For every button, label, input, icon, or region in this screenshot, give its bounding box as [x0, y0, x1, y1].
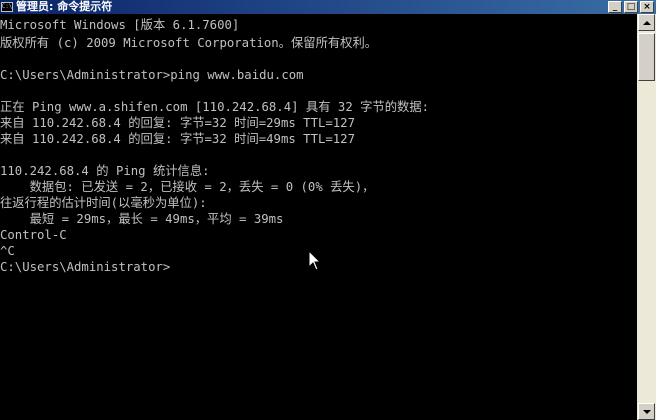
- console-line: 数据包: 已发送 = 2，已接收 = 2，丢失 = 0 (0% 丢失)，: [0, 180, 375, 194]
- mouse-cursor-icon: [308, 250, 322, 271]
- title-bar[interactable]: C:\ 管理员: 命令提示符 _ □ ×: [0, 0, 656, 14]
- console-line: C:\Users\Administrator>ping www.baidu.co…: [0, 68, 304, 82]
- maximize-button[interactable]: □: [624, 1, 638, 13]
- console-line: 版权所有 (c) 2009 Microsoft Corporation。保留所有…: [0, 36, 378, 50]
- cmd-app-icon[interactable]: C:\: [1, 2, 13, 12]
- scroll-down-arrow-icon: [642, 409, 651, 414]
- scroll-up-button[interactable]: [638, 14, 655, 31]
- vertical-scrollbar[interactable]: [637, 14, 656, 420]
- console-line: 正在 Ping www.a.shifen.com [110.242.68.4] …: [0, 100, 430, 114]
- console-line: 最短 = 29ms，最长 = 49ms，平均 = 39ms: [0, 212, 284, 226]
- console-line: 来自 110.242.68.4 的回复: 字节=32 时间=29ms TTL=1…: [0, 116, 355, 130]
- console-line: Microsoft Windows [版本 6.1.7600]: [0, 18, 240, 32]
- minimize-button[interactable]: _: [608, 1, 622, 13]
- console-line: ^C: [0, 244, 15, 258]
- console-line: 来自 110.242.68.4 的回复: 字节=32 时间=49ms TTL=1…: [0, 132, 355, 146]
- close-button[interactable]: ×: [640, 1, 654, 13]
- console-line: 往返行程的估计时间(以毫秒为单位):: [0, 196, 207, 210]
- console-line: 110.242.68.4 的 Ping 统计信息:: [0, 164, 210, 178]
- scroll-down-button[interactable]: [638, 403, 655, 420]
- cmd-app-icon-glyph: C:\: [1, 3, 13, 10]
- console-line: Control-C: [0, 228, 67, 242]
- window-title: 管理员: 命令提示符: [16, 0, 113, 13]
- window-controls: _ □ ×: [608, 1, 654, 13]
- scrollbar-thumb[interactable]: [638, 33, 655, 81]
- console-prompt[interactable]: C:\Users\Administrator>: [0, 259, 170, 275]
- console-output[interactable]: Microsoft Windows [版本 6.1.7600] 版权所有 (c)…: [0, 14, 637, 420]
- scroll-up-arrow-icon: [642, 20, 651, 25]
